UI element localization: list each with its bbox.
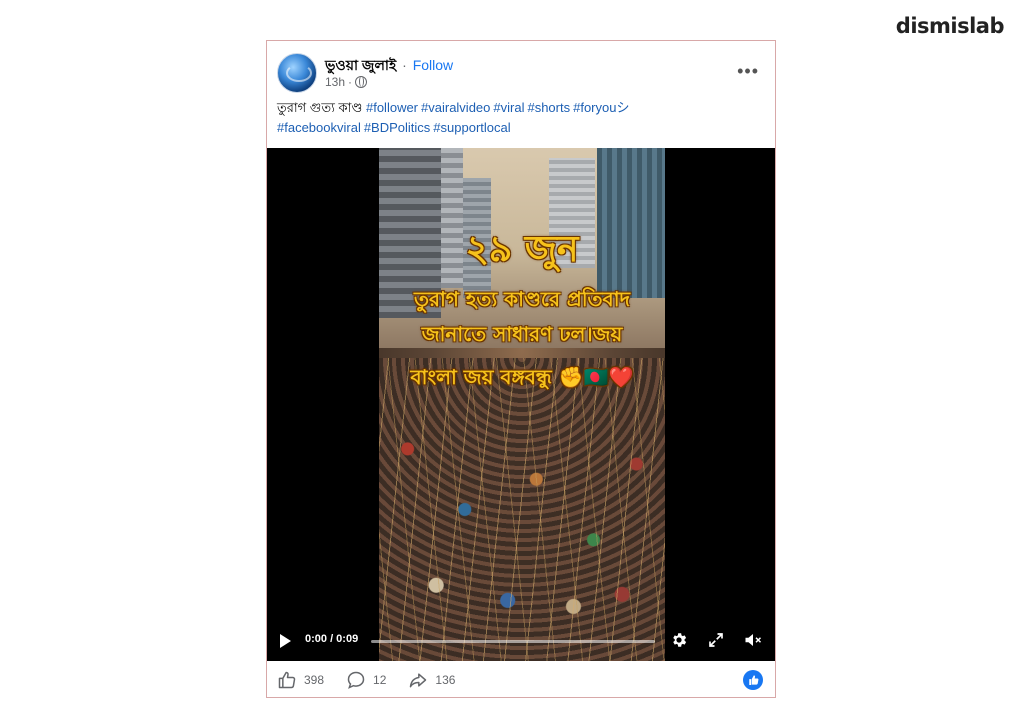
hashtag[interactable]: #vairalvideo [421,100,490,115]
like-count: 398 [304,673,325,687]
hashtag[interactable]: #viral [493,100,524,115]
globe-icon [355,76,368,88]
facebook-post-card: ভুওয়া জুলাই · Follow 13h · ••• তুরাগ গু… [266,40,776,698]
video-frame: ২৯ জুন তুরাগ হত্য কাণ্ডরে প্রতিবাদ জানাত… [379,148,665,661]
follow-button[interactable]: Follow [413,57,453,73]
page-name[interactable]: ভুওয়া জুলাই [325,57,396,73]
hashtag[interactable]: #BDPolitics [364,120,430,135]
video-time: 0:00 / 0:09 [305,633,359,645]
share-stat[interactable]: 136 [408,670,455,690]
post-meta: 13h · [325,75,368,89]
crowd-image [379,358,665,661]
post-header: ভুওয়া জুলাই · Follow 13h · ••• [277,53,765,93]
post-caption: তুরাগ গুত্য কাণ্ড #follower #vairalvideo #… [277,98,765,138]
separator-dot: · [402,57,407,73]
hashtag[interactable]: #facebookviral [277,120,361,135]
post-timestamp[interactable]: 13h [325,75,345,89]
overlay-line-3: বাংলা জয় বঙ্গবন্ধু ✊🇧🇩❤️ [410,365,634,389]
overlay-line-2: জানাতে সাধারণ ঢল।জয় [421,322,623,346]
meta-separator: · [348,75,353,89]
video-player[interactable]: ২৯ জুন তুরাগ হত্য কাণ্ডরে প্রতিবাদ জানাত… [267,148,775,661]
comment-stat[interactable]: 12 [346,670,386,690]
hashtag[interactable]: #follower [366,100,418,115]
mute-icon[interactable] [743,631,763,649]
dismislab-logo: dismislab [895,14,1005,38]
comment-count: 12 [373,673,387,687]
caption-text: তুরাগ গুত্য কাণ্ড [277,100,363,115]
post-footer: 398 12 136 [277,667,765,693]
hashtag[interactable]: #shorts [527,100,570,115]
overlay-date: ২৯ জুন [465,229,579,270]
progress-bar[interactable] [371,640,655,643]
share-icon [410,673,427,688]
page-avatar[interactable] [277,53,317,93]
video-controls: 0:00 / 0:09 [267,626,775,656]
hashtag[interactable]: #foryouシ [573,100,629,115]
like-reaction-icon[interactable] [743,670,763,690]
hashtag[interactable]: #supportlocal [433,120,510,135]
share-count: 136 [435,673,456,687]
settings-gear-icon[interactable] [670,631,688,649]
fullscreen-expand-icon[interactable] [707,631,725,649]
play-icon[interactable] [280,634,291,648]
like-stat[interactable]: 398 [277,670,324,690]
comment-icon [347,671,365,689]
thumbs-up-icon [278,671,296,689]
overlay-line-1: তুরাগ হত্য কাণ্ডরে প্রতিবাদ [414,287,630,311]
more-options-icon[interactable]: ••• [737,62,759,80]
